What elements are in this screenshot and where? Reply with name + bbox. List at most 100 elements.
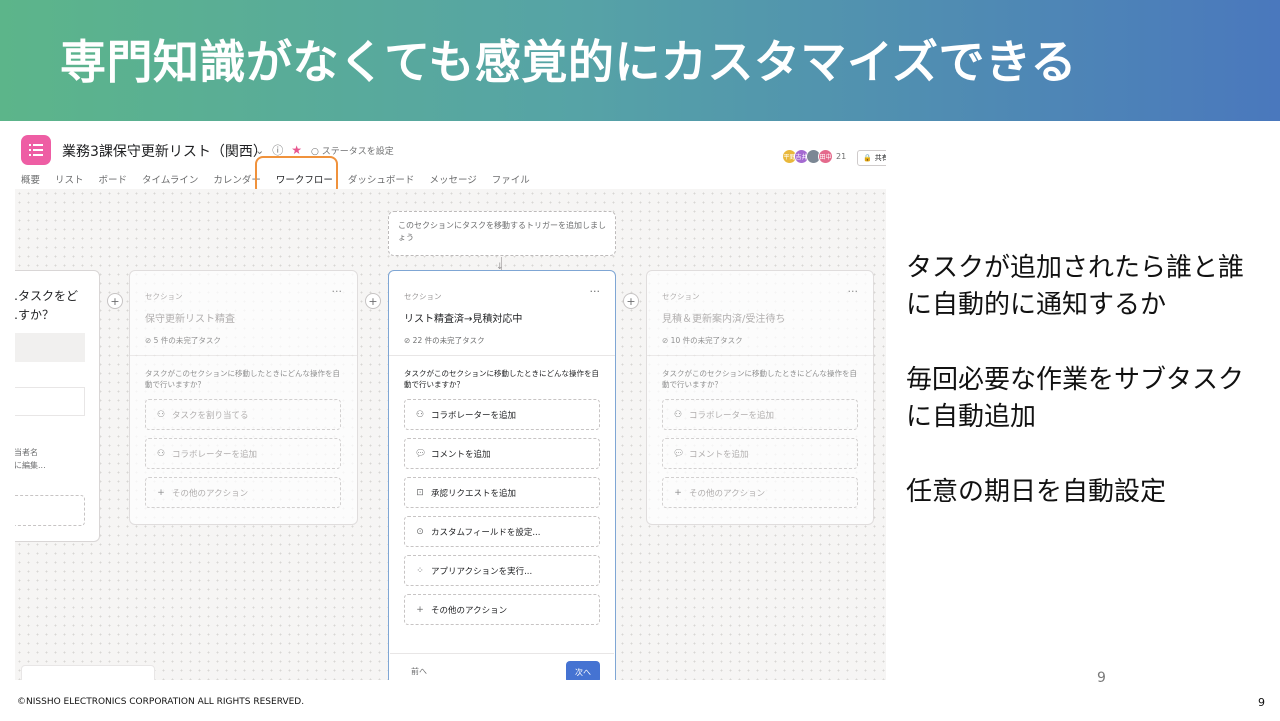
avatar[interactable]: 田中: [818, 149, 833, 164]
section-card[interactable]: セクション ··· 見積＆更新案内済/受注待ち ⊘ 10 件の未完了タスク タス…: [646, 270, 874, 525]
feature-point-subtask: 毎回必要な作業をサブタスクに自動追加: [906, 364, 1245, 433]
more-options-icon[interactable]: ···: [848, 285, 859, 298]
app-screenshot: 業務3課保守更新リスト（関西） ⌄ ⓘ ★ ○ ステータスを設定 平野 吉井 田…: [15, 127, 886, 680]
person-icon: ⚇: [156, 409, 166, 420]
trigger-placeholder[interactable]: このセクションにタスクを移動するトリガーを追加しましょう: [388, 211, 616, 256]
page-number: 9: [1258, 696, 1265, 709]
slide: 専門知識がなくても感覚的にカスタマイズできる 業務3課保守更新リスト（関西） ⌄…: [0, 0, 1280, 721]
action-label: コラボレーターを追加: [689, 410, 775, 421]
member-avatars[interactable]: 平野 吉井 田中 21: [782, 149, 846, 164]
partial-card-field[interactable]: [15, 387, 85, 416]
project-title[interactable]: 業務3課保守更新リスト（関西）: [62, 141, 267, 161]
divider: [389, 355, 615, 356]
plus-icon: +: [674, 487, 682, 498]
action-label: その他のアクション: [172, 488, 249, 499]
action-label: アプリアクションを実行...: [431, 566, 533, 577]
section-card[interactable]: セクション ··· 保守更新リスト精査 ⊘ 5 件の未完了タスク タスクがこのセ…: [129, 270, 358, 525]
section-name[interactable]: リスト精査済→見積対応中: [404, 310, 522, 325]
tab-list[interactable]: リスト: [55, 172, 84, 186]
prev-button[interactable]: 前へ: [411, 666, 427, 677]
section-name[interactable]: 見積＆更新案内済/受注待ち: [662, 310, 785, 325]
people-icon: ⚇: [415, 409, 425, 420]
partial-bottom-panel: [21, 665, 155, 680]
add-collaborator-action[interactable]: ⚇ コラボレーターを追加: [404, 399, 600, 430]
add-section-icon[interactable]: +: [365, 293, 381, 309]
chevron-down-icon[interactable]: ⌄: [255, 144, 264, 157]
share-button[interactable]: 🔒 共有: [857, 150, 886, 166]
tab-calendar[interactable]: カレンダー: [213, 172, 261, 186]
tab-files[interactable]: ファイル: [492, 172, 530, 186]
automation-prompt: タスクがこのセクションに移動したときにどんな操作を自動で行いますか？: [404, 369, 599, 389]
plus-icon: +: [157, 487, 165, 498]
add-collaborator-action[interactable]: ⚇ コラボレーターを追加: [145, 438, 341, 469]
star-icon[interactable]: ★: [291, 143, 302, 157]
section-label: セクション: [662, 292, 700, 301]
action-label: コメントを追加: [431, 449, 491, 460]
slide-title: 専門知識がなくても感覚的にカスタマイズできる: [60, 35, 1078, 89]
section-label: セクション: [404, 292, 442, 301]
add-comment-action[interactable]: 💬︎ コメントを追加: [404, 438, 600, 469]
section-name[interactable]: 保守更新リスト精査: [145, 310, 235, 325]
incomplete-task-count-label: 10 件の未完了タスク: [670, 336, 743, 345]
add-comment-action[interactable]: 💬︎ コメントを追加: [662, 438, 858, 469]
other-actions[interactable]: + その他のアクション: [662, 477, 858, 508]
tab-timeline[interactable]: タイムライン: [142, 172, 198, 186]
partial-card-question-text: …タスクをど …すか？: [15, 289, 79, 322]
copyright-notice: ©NISSHO ELECTRONICS CORPORATION ALL RIGH…: [17, 697, 305, 707]
divider: [647, 355, 873, 356]
automation-prompt: タスクがこのセクションに移動したときにどんな操作を自動で行いますか？: [145, 369, 340, 389]
approval-icon: ⊡: [416, 487, 424, 498]
workflow-canvas[interactable]: …タスクをど …すか？ 担当者名 …に編集... このセクションにタスクを移動す…: [15, 189, 886, 680]
apps-icon: ⁘: [416, 565, 424, 576]
tab-dashboard[interactable]: ダッシュボード: [348, 172, 415, 186]
next-button[interactable]: 次へ: [566, 661, 600, 680]
assign-task-action[interactable]: ⚇ タスクを割り当てる: [145, 399, 341, 430]
action-label: コラボレーターを追加: [172, 449, 258, 460]
action-label: その他のアクション: [689, 488, 766, 499]
action-label: タスクを割り当てる: [172, 410, 249, 421]
more-options-icon[interactable]: ···: [590, 285, 601, 298]
action-label: 承認リクエストを追加: [431, 488, 517, 499]
partial-section-card: …タスクをど …すか？ 担当者名 …に編集...: [15, 270, 100, 542]
partial-card-text-content: 担当者名 …に編集...: [15, 448, 46, 470]
lock-icon: 🔒: [863, 154, 872, 162]
add-section-icon[interactable]: +: [107, 293, 123, 309]
run-app-action[interactable]: ⁘ アプリアクションを実行...: [404, 555, 600, 586]
set-custom-field-action[interactable]: ⊙ カスタムフィールドを設定...: [404, 516, 600, 547]
action-label: コメントを追加: [689, 449, 749, 460]
add-approval-action[interactable]: ⊡ 承認リクエストを追加: [404, 477, 600, 508]
other-actions[interactable]: + その他のアクション: [145, 477, 341, 508]
project-header: 業務3課保守更新リスト（関西） ⌄ ⓘ ★ ○ ステータスを設定 平野 吉井 田…: [15, 127, 886, 196]
divider: [130, 355, 357, 356]
action-label: コラボレーターを追加: [431, 410, 517, 421]
add-collaborator-action[interactable]: ⚇ コラボレーターを追加: [662, 399, 858, 430]
plus-icon: +: [416, 604, 424, 615]
title-banner: 専門知識がなくても感覚的にカスタマイズできる: [0, 0, 1280, 121]
section-card-active[interactable]: セクション ··· リスト精査済→見積対応中 ⊘ 22 件の未完了タスク タスク…: [388, 270, 616, 680]
custom-field-icon: ⊙: [416, 526, 424, 537]
other-actions[interactable]: + その他のアクション: [404, 594, 600, 625]
inner-page-number: 9: [1097, 670, 1106, 686]
people-icon: ⚇: [156, 448, 166, 459]
project-list-icon[interactable]: [21, 135, 51, 165]
partial-card-text: 担当者名 …に編集...: [15, 447, 46, 473]
comment-icon: 💬︎: [673, 448, 685, 459]
people-icon: ⚇: [673, 409, 683, 420]
feature-point-due-date: 任意の期日を自動設定: [906, 476, 1167, 507]
incomplete-task-count: ⊘ 22 件の未完了タスク: [404, 336, 485, 345]
tab-overview[interactable]: 概要: [21, 172, 40, 186]
tab-messages[interactable]: メッセージ: [429, 172, 476, 186]
partial-card-action[interactable]: [15, 495, 85, 526]
section-label: セクション: [145, 292, 183, 301]
incomplete-task-count-label: 22 件の未完了タスク: [412, 336, 485, 345]
tab-board[interactable]: ボード: [99, 172, 128, 186]
card-footer: 前へ 次へ: [390, 653, 614, 680]
add-section-icon[interactable]: +: [623, 293, 639, 309]
incomplete-task-count: ⊘ 10 件の未完了タスク: [662, 336, 743, 345]
more-options-icon[interactable]: ···: [332, 285, 343, 298]
partial-card-field[interactable]: [15, 333, 85, 362]
action-label: その他のアクション: [431, 605, 508, 616]
incomplete-task-count: ⊘ 5 件の未完了タスク: [145, 336, 221, 345]
partial-card-question: …タスクをど …すか？: [15, 287, 78, 324]
share-label: 共有: [874, 154, 886, 162]
